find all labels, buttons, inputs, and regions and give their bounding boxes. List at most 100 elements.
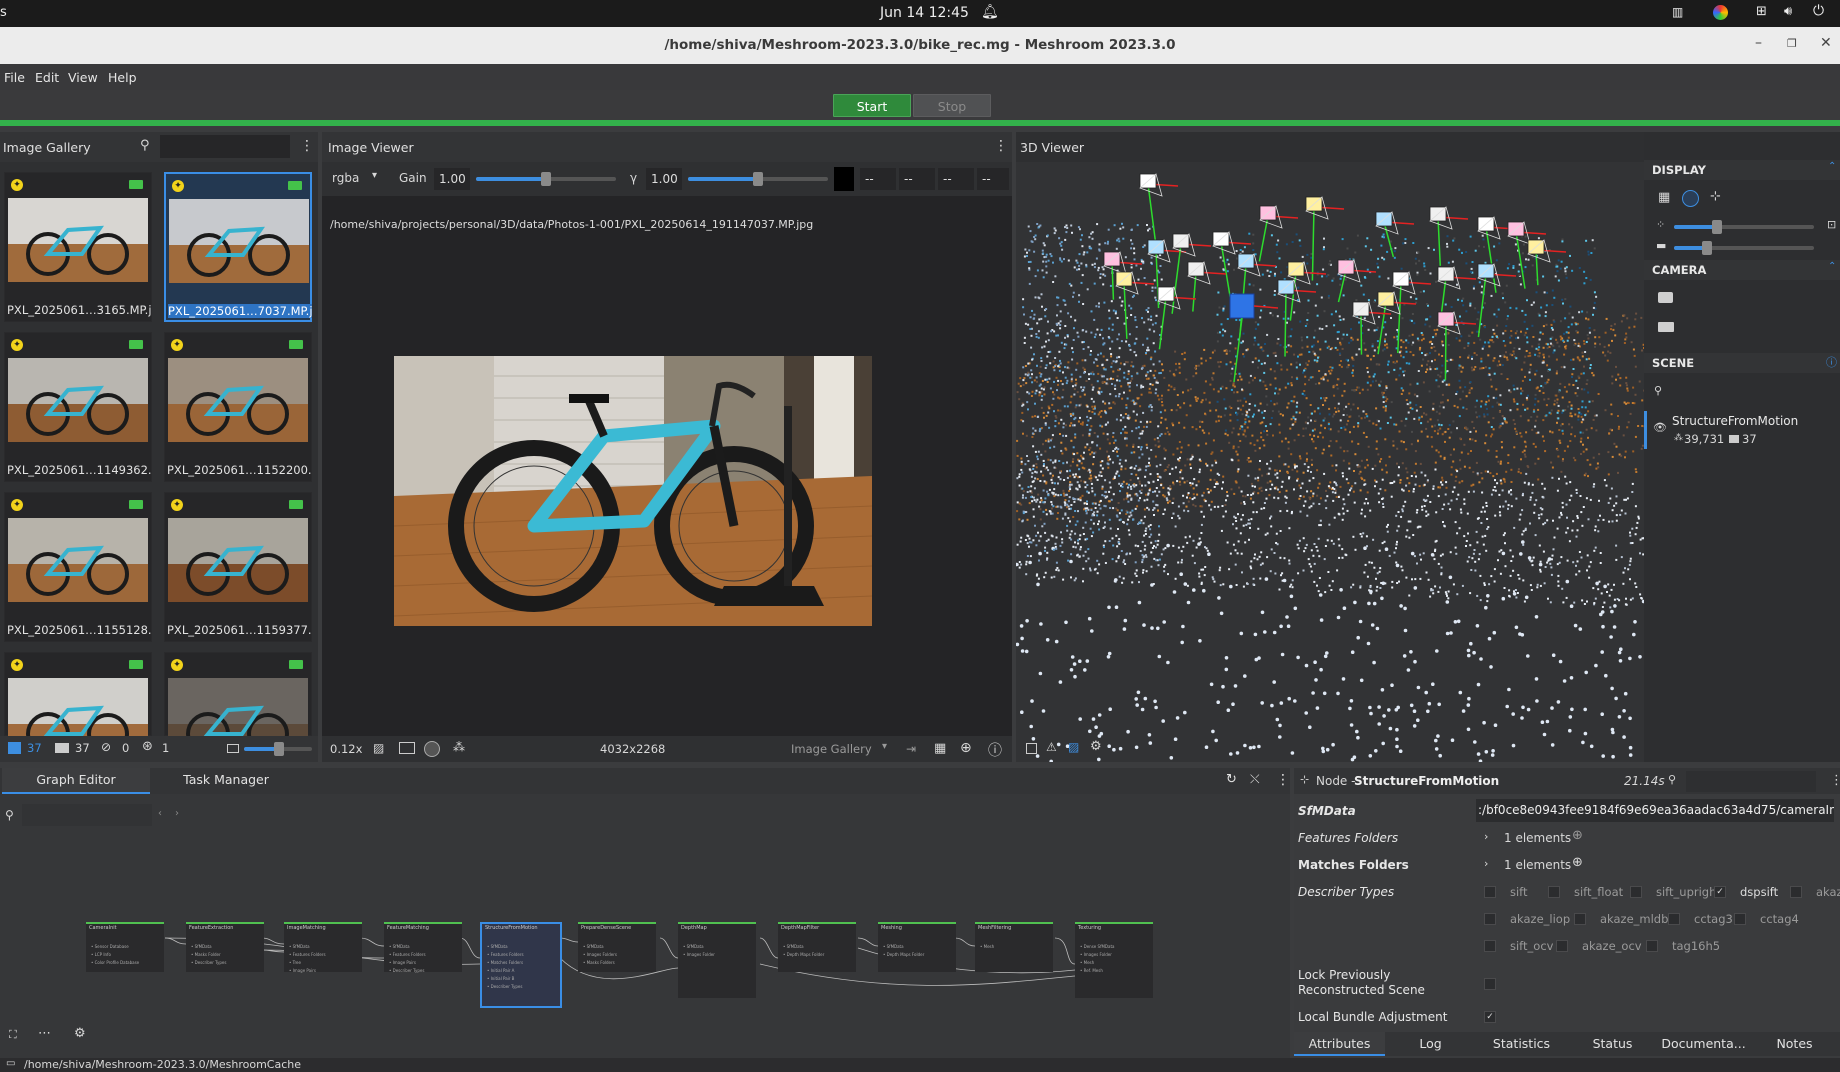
camera-scale-slider[interactable] [1674, 241, 1814, 255]
node-tab-statistics[interactable]: Statistics [1476, 1032, 1567, 1056]
info-icon[interactable]: ⓘ [1826, 354, 1837, 370]
describer-checkbox-akaze[interactable] [1790, 886, 1802, 898]
scene-item[interactable]: 👁︎ StructureFromMotion ⁂ 39,731 37 [1644, 411, 1840, 449]
bbox-icon[interactable] [1026, 743, 1037, 754]
collapse-icon[interactable]: ⌃ [1828, 261, 1836, 272]
graph-node-meshing[interactable]: Meshing • SfMData • Depth Maps Folder [878, 922, 956, 972]
menu-edit[interactable]: Edit [35, 70, 59, 85]
add-icon[interactable]: ⊕ [1572, 828, 1583, 843]
grid-hatch-icon[interactable]: ▨ [1068, 740, 1079, 754]
channel-select[interactable]: rgba [332, 171, 359, 185]
settings-icon[interactable]: ⚙ [74, 1026, 86, 1041]
network-icon[interactable]: ⊞ [1756, 4, 1767, 19]
fit-icon[interactable]: ⊡ [1827, 218, 1836, 231]
node-menu-icon[interactable]: ⋮ [1830, 773, 1840, 788]
gallery-menu-icon[interactable]: ⋮ [300, 138, 314, 154]
color-icon[interactable] [1713, 5, 1728, 20]
describer-checkbox-sift-upright[interactable] [1630, 886, 1642, 898]
gamma-field[interactable]: 1.00 [646, 168, 682, 190]
graph-node-feature-extraction[interactable]: FeatureExtraction • SfMData • Masks Folder… [186, 922, 264, 972]
describer-checkbox-cctag3[interactable] [1668, 913, 1680, 925]
fit-icon[interactable]: ⛶ [9, 1028, 17, 1042]
node-tab-documenta[interactable]: Documenta... [1658, 1032, 1749, 1056]
thumbnail-size-slider[interactable] [244, 742, 312, 756]
describer-checkbox-sift-float[interactable] [1548, 886, 1560, 898]
graph-node-texturing[interactable]: Texturing • Dense SfMData • Images Folder •… [1075, 922, 1153, 998]
close-icon[interactable]: ✕ [1820, 35, 1832, 51]
zoom-level[interactable]: 0.12x [330, 742, 362, 756]
stats-icon[interactable]: ▥ [1672, 5, 1683, 19]
node-tab-attributes[interactable]: Attributes [1294, 1032, 1385, 1056]
cache-path[interactable]: /home/shiva/Meshroom-2023.3.0/MeshroomCa… [24, 1058, 301, 1071]
add-icon[interactable]: ⊕ [1572, 855, 1583, 870]
frame-icon[interactable] [399, 742, 415, 754]
minimize-icon[interactable]: – [1755, 35, 1762, 51]
chevron-right-icon[interactable]: › [1484, 857, 1488, 870]
gallery-thumbnail[interactable]: ✦ PXL_2025061…1159377.jpg [164, 492, 312, 642]
node-tab-status[interactable]: Status [1567, 1032, 1658, 1056]
graph-node-depth-map[interactable]: DepthMap • SfMData • Images Folder [678, 922, 756, 998]
gallery-thumbnail[interactable]: ✦ PXL_2025061…1155128.jpg [4, 492, 152, 642]
describer-checkbox-akaze-mldb[interactable] [1574, 913, 1586, 925]
gamma-slider-knob[interactable] [753, 172, 763, 186]
graph-node-depth-map-filter[interactable]: DepthMapFilter • SfMData • Depth Maps Fold… [778, 922, 856, 972]
gain-field[interactable]: 1.00 [434, 168, 470, 190]
chevron-right-icon[interactable]: › [1484, 830, 1488, 843]
power-icon[interactable]: ⏻ [1813, 3, 1824, 19]
menu-file[interactable]: File [4, 70, 25, 85]
chevron-down-icon[interactable]: ▾ [372, 170, 377, 181]
menu-view[interactable]: View [68, 70, 98, 85]
source-select[interactable]: Image Gallery [791, 742, 872, 756]
origin-icon[interactable] [1682, 190, 1699, 207]
gallery-thumbnail[interactable]: ✦ PXL_2025061…1149362.jpg [4, 332, 152, 482]
histogram-icon[interactable]: ▦ [934, 741, 946, 756]
camera-icon[interactable] [1658, 292, 1673, 303]
gallery-thumbnail[interactable]: ✦ PXL_2025061…1152200.jpg [164, 332, 312, 482]
system-clock[interactable]: Jun 14 12:45 [880, 5, 969, 21]
settings-icon[interactable]: ⚙ [1090, 739, 1102, 754]
point-size-slider[interactable] [1674, 220, 1814, 234]
gallery-search-input[interactable] [160, 135, 290, 158]
lock-checkbox[interactable] [1484, 978, 1496, 990]
sfmdata-field[interactable]: :/bf0ce8e0943fee9184f69e69ea36aadac63a4d… [1476, 799, 1834, 822]
gallery-thumbnail[interactable]: ✦ PXL_2025061…7037.MP.jpg [164, 172, 312, 322]
points-icon[interactable]: ⁂ [453, 740, 465, 754]
attribute-search-input[interactable] [1686, 771, 1816, 792]
viewer-3d-panel[interactable]: 3D Viewer ⚠ ▨ ⚙ [1016, 132, 1644, 762]
graph-node-camera-init[interactable]: CameraInit • Sensor Database • LCP Info • C… [86, 922, 164, 972]
locator-icon[interactable]: ⊹ [1710, 189, 1721, 204]
warning-icon[interactable]: ⚠ [1046, 740, 1057, 754]
sphere-icon[interactable] [424, 741, 440, 757]
chevron-down-icon[interactable]: ▾ [882, 741, 887, 752]
graph-node-prepare-dense-scene[interactable]: PrepareDenseScene • SfMData • Images Folde… [578, 922, 656, 972]
graph-node-mesh-filtering[interactable]: MeshFiltering • Mesh [975, 922, 1053, 972]
more-icon[interactable]: ⋯ [38, 1026, 51, 1041]
describer-checkbox-sift-ocv[interactable] [1484, 940, 1496, 952]
gallery-thumbnail[interactable]: ✦ [4, 652, 152, 762]
displayed-photo[interactable] [394, 356, 872, 626]
gain-slider[interactable] [476, 172, 616, 186]
node-tab-notes[interactable]: Notes [1749, 1032, 1840, 1056]
node-tab-log[interactable]: Log [1385, 1032, 1476, 1056]
stop-button[interactable]: Stop [913, 94, 991, 117]
describer-checkbox-cctag4[interactable] [1734, 913, 1746, 925]
grid-icon[interactable]: ▦ [1658, 190, 1670, 205]
start-button[interactable]: Start [833, 94, 911, 117]
restore-icon[interactable]: ❐ [1787, 37, 1797, 50]
eye-icon[interactable]: 👁︎ [1653, 421, 1667, 434]
gain-slider-knob[interactable] [541, 172, 551, 186]
collapse-icon[interactable]: ⌃ [1828, 161, 1836, 172]
graph-node-structure-from-motion[interactable]: StructureFromMotion • SfMData • Features F… [480, 922, 562, 1008]
volume-icon[interactable]: 🔊︎ [1784, 4, 1792, 19]
describer-checkbox-dspsift[interactable]: ✓ [1714, 886, 1726, 898]
menu-help[interactable]: Help [108, 70, 137, 85]
bell-icon[interactable]: 🔔︎ [981, 4, 999, 20]
gallery-thumbnail[interactable]: ✦ PXL_2025061…3165.MP.jpg [4, 172, 152, 322]
graph-node-image-matching[interactable]: ImageMatching • SfMData • Features Folders… [284, 922, 362, 973]
video-camera-icon[interactable] [1658, 322, 1674, 332]
describer-checkbox-sift[interactable] [1484, 886, 1496, 898]
scene-search-input[interactable] [1670, 380, 1830, 400]
describer-checkbox-akaze-ocv[interactable] [1556, 940, 1568, 952]
lba-checkbox[interactable]: ✓ [1484, 1011, 1496, 1023]
grid-hatch-icon[interactable]: ▨ [373, 741, 384, 755]
